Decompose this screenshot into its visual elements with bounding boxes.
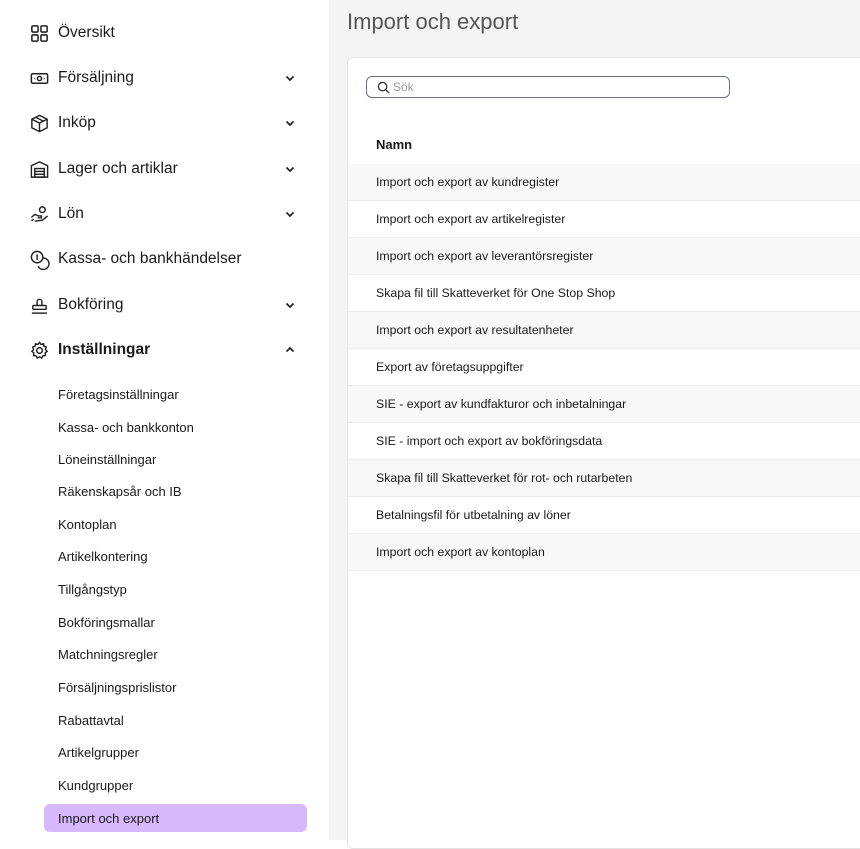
nav-item-installningar[interactable]: Inställningar (28, 334, 298, 366)
sub-item-rakenskapsar[interactable]: Räkenskapsår och IB (44, 477, 307, 505)
chevron-down-icon (285, 120, 295, 127)
nav-item-label: Kassa- och bankhändelser (58, 250, 242, 267)
sub-item-label: Artikelkontering (58, 548, 148, 564)
nav-item-label: Lön (58, 205, 84, 222)
nav-item-oversikt[interactable]: Översikt (28, 17, 298, 49)
search-icon (377, 81, 390, 94)
main-content: Import och export Namn Import och export… (329, 0, 860, 849)
stamp-icon (28, 294, 50, 316)
sidebar: Översikt Försäljning Inköp Lager och art… (0, 0, 329, 840)
sub-item-matchningsregler[interactable]: Matchningsregler (44, 640, 307, 668)
nav-item-inkop[interactable]: Inköp (28, 107, 298, 139)
sub-item-forsaljningsprislistor[interactable]: Försäljningsprislistor (44, 673, 307, 701)
sub-item-label: Artikelgrupper (58, 744, 139, 760)
nav-item-label: Lager och artiklar (58, 160, 178, 177)
search-input[interactable] (393, 80, 713, 94)
gear-icon (28, 339, 50, 361)
nav-item-label: Bokföring (58, 296, 124, 313)
table-row[interactable]: Betalningsfil för utbetalning av löner (348, 497, 860, 534)
table-row[interactable]: SIE - import och export av bokföringsdat… (348, 423, 860, 460)
table-row[interactable]: Import och export av resultatenheter (348, 312, 860, 349)
nav-item-lon[interactable]: Lön (28, 198, 298, 230)
sub-item-kassa-bankkonton[interactable]: Kassa- och bankkonton (44, 413, 307, 441)
sub-item-kundgrupper[interactable]: Kundgrupper (44, 771, 307, 799)
search-box[interactable] (366, 76, 730, 98)
nav-item-label: Översikt (58, 24, 115, 41)
sub-item-tillgangstyp[interactable]: Tillgångstyp (44, 575, 307, 603)
table-row[interactable]: SIE - export av kundfakturor och inbetal… (348, 386, 860, 423)
sub-item-label: Försäljningsprislistor (58, 679, 177, 695)
sub-item-foretagsinstallningar[interactable]: Företagsinställningar (44, 380, 307, 408)
hand-coin-icon (28, 203, 50, 225)
nav-item-forsaljning[interactable]: Försäljning (28, 62, 298, 94)
column-header-namn[interactable]: Namn (376, 137, 412, 152)
chevron-down-icon (285, 75, 295, 82)
table-row[interactable]: Skapa fil till Skatteverket för One Stop… (348, 275, 860, 312)
sub-item-import-export[interactable]: Import och export (44, 804, 307, 832)
grid-icon (28, 22, 50, 44)
chevron-down-icon (285, 302, 295, 309)
sub-item-label: Kundgrupper (58, 777, 134, 793)
nav-item-lager[interactable]: Lager och artiklar (28, 153, 298, 185)
sub-item-artikelkontering[interactable]: Artikelkontering (44, 542, 307, 570)
sub-item-label: Löneinställningar (58, 451, 157, 467)
sub-item-rabattavtal[interactable]: Rabattavtal (44, 706, 307, 734)
chevron-up-icon (285, 346, 295, 353)
sub-item-loneinstallningar[interactable]: Löneinställningar (44, 445, 307, 473)
sub-item-label: Import och export (58, 810, 160, 826)
sub-item-label: Bokföringsmallar (58, 614, 155, 630)
sub-item-label: Företagsinställningar (58, 386, 179, 402)
nav-item-label: Inställningar (58, 341, 151, 358)
sub-item-label: Kassa- och bankkonton (58, 419, 194, 435)
nav-item-bokforing[interactable]: Bokföring (28, 289, 298, 321)
table-row[interactable]: Import och export av kundregister (348, 164, 860, 201)
sub-item-label: Räkenskapsår och IB (58, 483, 182, 499)
table-row[interactable]: Export av företagsuppgifter (348, 349, 860, 386)
table-body: Import och export av kundregister Import… (348, 164, 860, 571)
chevron-down-icon (285, 211, 295, 218)
coins-icon (28, 248, 50, 270)
import-export-panel: Namn Import och export av kundregister I… (347, 57, 860, 849)
sub-item-kontoplan[interactable]: Kontoplan (44, 510, 307, 538)
table-row[interactable]: Import och export av leverantörsregister (348, 238, 860, 275)
nav-item-label: Inköp (58, 114, 96, 131)
sub-item-label: Tillgångstyp (58, 581, 127, 597)
box-icon (28, 112, 50, 134)
sub-item-bokforingsmallar[interactable]: Bokföringsmallar (44, 608, 307, 636)
cash-icon (28, 67, 50, 89)
sub-item-label: Kontoplan (58, 516, 117, 532)
page-title: Import och export (347, 9, 519, 34)
nav-item-kassa-bank[interactable]: Kassa- och bankhändelser (28, 243, 298, 275)
warehouse-icon (28, 158, 50, 180)
sub-item-artikelgrupper[interactable]: Artikelgrupper (44, 738, 307, 766)
nav-item-label: Försäljning (58, 69, 134, 86)
chevron-down-icon (285, 166, 295, 173)
sub-item-label: Rabattavtal (58, 712, 124, 728)
table-row[interactable]: Skapa fil till Skatteverket för rot- och… (348, 460, 860, 497)
table-row[interactable]: Import och export av artikelregister (348, 201, 860, 238)
sub-item-label: Matchningsregler (58, 646, 158, 662)
table-row[interactable]: Import och export av kontoplan (348, 534, 860, 571)
